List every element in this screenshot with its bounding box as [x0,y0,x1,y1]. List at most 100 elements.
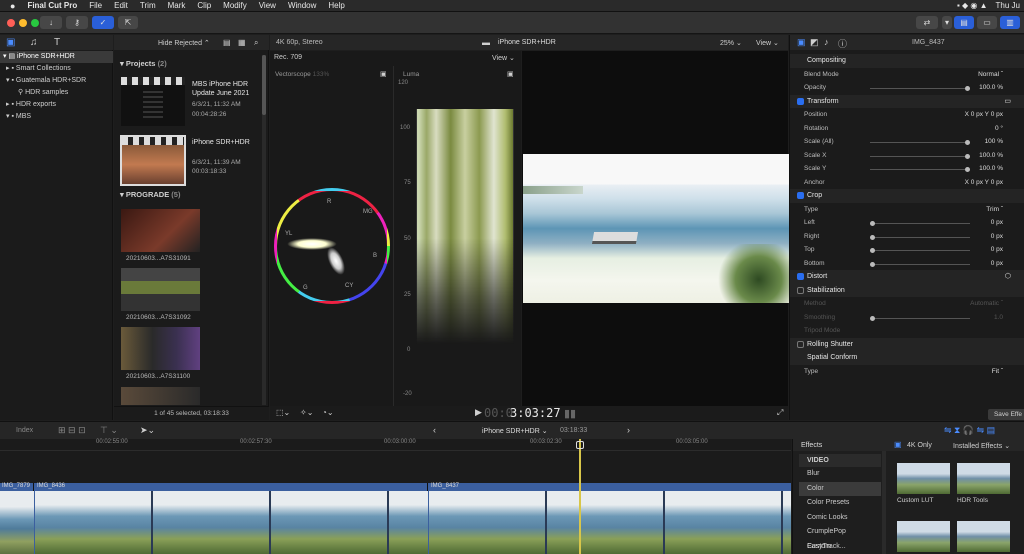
enable-checkbox[interactable] [797,97,804,105]
value-slider[interactable] [870,315,970,321]
edit-tools-icon[interactable]: ⊤ ⌄ [100,425,118,436]
effects-category-item[interactable]: Color [799,481,881,496]
effects-category-item[interactable]: Comic Looks [799,511,881,526]
onscreen-transform-icon[interactable]: ▭ [1004,95,1011,109]
video-inspector-tab-icon[interactable]: ▣ [797,37,806,48]
value-slider[interactable] [870,221,970,226]
info-inspector-tab-icon[interactable]: ⓘ [838,37,847,50]
inspector-value[interactable]: Normal ˆ [978,68,1003,82]
inspector-value[interactable]: 100.0 % [979,81,1003,95]
value-slider[interactable] [870,167,970,172]
libraries-tab-icon[interactable]: ▣ [6,37,15,48]
slider-knob[interactable] [870,221,875,226]
toggle-timeline-button[interactable]: ▭ [977,16,997,29]
effects-category-video[interactable]: VIDEO [799,454,881,467]
library-item-iphone[interactable]: ▾ ▤ iPhone SDR+HDR [0,51,113,63]
inspector-section-transform[interactable]: Transform ▭ [790,94,1024,109]
projects-section-header[interactable]: ▾ Projects (2) [120,59,167,68]
scope-view-dropdown[interactable]: View ⌄ [492,54,515,62]
library-item-hdr-samples[interactable]: ⚲ HDR samples [0,87,113,99]
inspector-section-stabilization[interactable]: Stabilization [790,283,1024,297]
project-thumbnail-selected[interactable] [120,135,186,186]
timeline[interactable]: 00:02:55:00 00:02:57:30 00:03:00:00 00:0… [0,439,791,554]
import-button[interactable]: ↓ [40,16,62,29]
close-window-button[interactable] [7,19,15,27]
menu-clip[interactable]: Clip [197,1,211,10]
hide-rejected-dropdown[interactable]: Hide Rejected ⌃ [158,39,210,47]
toggle-inspector-button[interactable]: ▥ [1000,16,1020,29]
slider-knob[interactable] [965,167,970,172]
enable-checkbox[interactable] [797,340,804,348]
zoom-window-button[interactable] [31,19,39,27]
save-effects-button[interactable]: Save Effe [988,409,1024,420]
scrollbar-thumb[interactable] [262,55,266,115]
select-tool-icon[interactable]: ➤⌄ [140,425,155,436]
inspector-value[interactable]: 100.0 % [979,149,1003,163]
transform-tool-icon[interactable]: ⬚⌄ [276,408,290,417]
library-item-hdr-exports[interactable]: ▸ ▪ HDR exports [0,99,113,111]
timecode-display[interactable]: 3:03:27 [510,406,561,420]
value-slider[interactable] [870,140,970,145]
audio-inspector-tab-icon[interactable]: ♪ [824,37,829,47]
inspector-value[interactable]: Fit ˆ [992,365,1003,379]
viewer-canvas[interactable] [522,51,789,406]
effect-thumbnail-custom-lut[interactable] [897,463,950,494]
timeline-ruler[interactable]: 00:02:55:00 00:02:57:30 00:03:00:00 00:0… [0,439,791,451]
inspector-section-distort[interactable]: Distort ⬡ [790,270,1024,284]
speed-icon[interactable]: ◔⌄ [322,408,334,417]
inspector-section-spatial-conform[interactable]: Spatial Conform [790,351,1024,365]
menu-app-name[interactable]: Final Cut Pro [27,1,77,10]
menu-clock[interactable]: Thu Ju [996,1,1020,10]
zoom-dropdown[interactable]: 25% ⌄ [720,39,742,47]
menu-edit[interactable]: Edit [114,1,128,10]
menu-window[interactable]: Window [288,1,316,10]
menu-mark[interactable]: Mark [168,1,186,10]
slider-knob[interactable] [870,315,875,321]
forward-arrow-icon[interactable]: › [627,425,630,435]
value-slider[interactable] [870,261,970,267]
hdr-filter-icon[interactable]: ▣ [894,440,902,449]
skimming-icon[interactable]: ⇋ ⧗ 🎧 ⇋ ▤ [944,425,995,436]
value-slider[interactable] [870,248,970,253]
keywords-button[interactable]: ⚷ [66,16,88,29]
library-item-smart-collections[interactable]: ▸ ▪ Smart Collections [0,63,113,75]
menu-help[interactable]: Help [328,1,344,10]
inspector-value[interactable]: X 0 px Y 0 px [965,176,1003,190]
4k-only-toggle[interactable]: 4K Only [907,442,932,449]
playhead[interactable] [579,439,581,554]
clip-thumbnail[interactable] [121,327,200,370]
project-thumbnail[interactable] [121,77,185,126]
menu-trim[interactable]: Trim [140,1,156,10]
prograde-section-header[interactable]: ▾ PROGRADE (5) [120,190,180,199]
inspector-value[interactable]: 0 px [991,243,1003,257]
clip-thumbnail[interactable] [121,268,200,311]
inspector-value[interactable]: 1.0 [994,311,1003,325]
inspector-value[interactable]: 0 px [991,230,1003,244]
slider-knob[interactable] [965,140,970,145]
timeline-clip[interactable]: IMG_8436 [35,483,428,554]
scope-settings-icon[interactable]: ▣ [380,70,387,78]
minimize-window-button[interactable] [19,19,27,27]
inspector-value[interactable]: Trim ˆ [986,203,1003,217]
timeline-clip[interactable]: IMG_8437 [429,483,791,554]
inspector-section-rolling-shutter[interactable]: Rolling Shutter [790,337,1024,351]
workspace-menu[interactable]: ▾ [942,16,952,29]
apple-icon[interactable]: ● [10,1,15,11]
menu-view[interactable]: View [259,1,276,10]
clip-connect-icon[interactable]: ⊞ ⊟ ⊡ [58,425,86,436]
enable-checkbox[interactable] [797,192,804,199]
value-slider[interactable] [870,86,970,91]
effects-category-item[interactable]: CrumplePop EasyTrack... [799,525,881,550]
play-button[interactable]: ▶ [475,407,482,418]
status-icons[interactable]: ▪ ◆ ◉ ▲ [957,1,988,10]
value-slider[interactable] [870,153,970,159]
menu-file[interactable]: File [89,1,102,10]
enable-checkbox[interactable] [797,273,804,280]
fullscreen-icon[interactable]: ⤢ [777,408,783,418]
slider-knob[interactable] [870,234,875,240]
menu-modify[interactable]: Modify [223,1,247,10]
search-icon[interactable]: ⌕ [254,38,258,48]
timeline-project-dropdown[interactable]: iPhone SDR+HDR ⌄ [482,427,548,435]
clip-thumbnail[interactable] [121,209,200,252]
library-item-mbs[interactable]: ▾ ▪ MBS [0,111,113,123]
